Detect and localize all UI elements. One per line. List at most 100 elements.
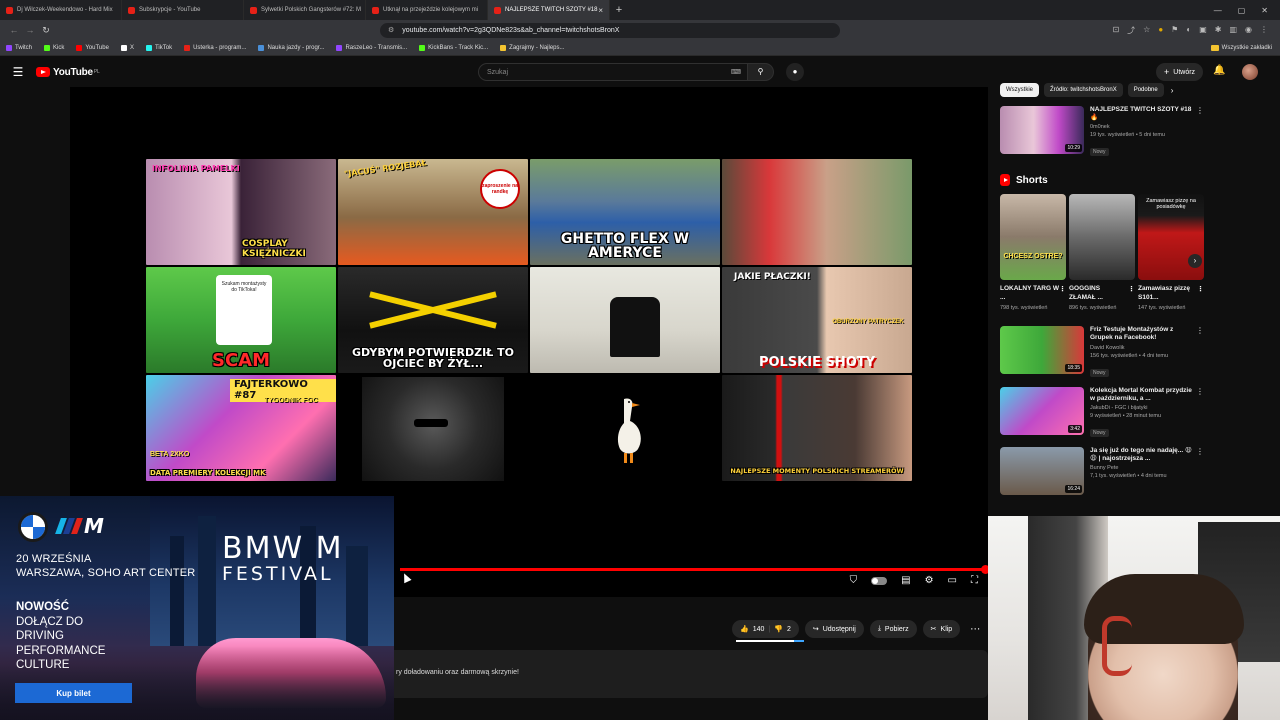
chip-all[interactable]: Wszystkie: [1000, 83, 1039, 97]
short-thumbnail[interactable]: [1069, 194, 1135, 281]
settings-gear-icon[interactable]: ⚙: [925, 575, 934, 586]
bookmark-kick[interactable]: Kick: [44, 44, 64, 51]
video-thumbnail[interactable]: 3:42: [1000, 386, 1084, 435]
like-button[interactable]: 👍 140 | 👎 2: [732, 620, 799, 638]
video-title[interactable]: Ja się już do tego nie nadaję... 😩😩 | na…: [1090, 447, 1196, 463]
search-input[interactable]: Szukaj ⌨: [478, 63, 748, 81]
browser-tab-active[interactable]: NAJLEPSZE TWITCH SZOTY #18 ×: [488, 0, 610, 20]
short-thumbnail[interactable]: CHCESZ OSTRE?: [1000, 194, 1066, 281]
description-box[interactable]: ry doładowaniu oraz darmową skrzynie!: [394, 650, 988, 698]
download-button[interactable]: ⤓ Pobierz: [869, 620, 917, 638]
short-item[interactable]: CHCESZ OSTRE? ⋮ LOKALNY TARG W ... 798 ty…: [1000, 194, 1066, 312]
chip-source[interactable]: Źródło: twitchshotsBronX: [1044, 83, 1123, 97]
address-bar[interactable]: ⚙ youtube.com/watch?v=2g3QDNe823s&ab_cha…: [380, 22, 840, 38]
profile-icon[interactable]: ◉: [1245, 25, 1252, 36]
bookmark-usterka[interactable]: Usterka - program...: [184, 44, 246, 51]
share-button[interactable]: ↪ Udostępnij: [804, 620, 864, 638]
video-thumbnail[interactable]: 10:29: [1000, 106, 1084, 154]
close-tab-icon[interactable]: ×: [598, 6, 603, 15]
buy-ticket-button[interactable]: Kup bilet: [15, 683, 132, 703]
video-progress-bar[interactable]: [400, 565, 990, 574]
miniplayer-icon[interactable]: ▭: [948, 575, 957, 586]
extension-icon[interactable]: ●: [1158, 25, 1163, 36]
site-info-icon[interactable]: ⚙: [388, 26, 394, 34]
browser-tab-2[interactable]: Subskrypcje - YouTube: [122, 0, 244, 20]
more-options-icon[interactable]: ⋮: [1197, 285, 1204, 294]
hamburger-menu-icon[interactable]: ☰: [0, 65, 36, 79]
reload-icon[interactable]: ↻: [38, 25, 54, 36]
youtube-logo[interactable]: YouTube PL: [36, 67, 100, 78]
bookmark-twitch[interactable]: Twitch: [6, 44, 32, 51]
chip-related[interactable]: Podobne: [1127, 83, 1164, 97]
shield-play-icon[interactable]: ⛉: [850, 575, 858, 586]
keyboard-icon[interactable]: ⌨: [731, 68, 741, 76]
notifications-bell-icon[interactable]: 🔔: [1213, 65, 1225, 76]
short-item[interactable]: ⋮ GOGGINS ZŁAMAŁ ... 896 tys. wyświetleń: [1069, 194, 1135, 312]
more-options-icon[interactable]: ⋮: [1128, 285, 1135, 294]
video-title[interactable]: Kolekcja Mortal Kombat przydzie w paździ…: [1090, 387, 1196, 403]
channel-name[interactable]: David Kowolik: [1090, 345, 1196, 353]
bmw-ad-banner[interactable]: M 20 WRZEŚNIA WARSZAWA, SOHO ART CENTER B…: [0, 496, 394, 720]
bookmark-tiktok[interactable]: TikTok: [145, 44, 172, 51]
bookmark-youtube[interactable]: YouTube: [76, 44, 109, 51]
bookmarks-folder[interactable]: Wszystkie zakładki: [1210, 44, 1272, 51]
subtitles-icon[interactable]: ▤: [901, 575, 910, 586]
video-title[interactable]: Friz Testuje Montażystów z Grupek na Fac…: [1090, 326, 1196, 342]
sidepanel-icon[interactable]: ▥: [1229, 25, 1237, 36]
more-options-icon[interactable]: ⋮: [1196, 387, 1204, 396]
channel-name[interactable]: 0m0nek: [1090, 124, 1196, 132]
bookmark-nauka-jazdy[interactable]: Nauka jazdy - progr...: [258, 44, 324, 51]
extension-icon[interactable]: ▣: [1199, 25, 1207, 36]
autoplay-toggle[interactable]: [871, 576, 888, 585]
extension-icon[interactable]: ◐: [1186, 25, 1191, 36]
list-item[interactable]: 10:29 NAJLEPSZE TWITCH SZOTY #18🔥 0m0nek…: [1000, 106, 1206, 158]
menu-kebab-icon[interactable]: ⋮: [1260, 25, 1268, 36]
extensions-puzzle-icon[interactable]: ✱: [1215, 25, 1222, 36]
fullscreen-icon[interactable]: ⛶: [971, 575, 978, 586]
maximize-icon[interactable]: ▢: [1238, 6, 1246, 15]
thumbs-down-icon[interactable]: 👎: [774, 625, 783, 633]
download-icon: ⤓: [877, 625, 881, 632]
share-icon[interactable]: ⤴: [1127, 25, 1135, 36]
more-options-icon[interactable]: ⋮: [1059, 285, 1066, 294]
shorts-next-button[interactable]: ›: [1188, 254, 1202, 268]
bookmark-zagrajmy[interactable]: Zagrajmy - Najleps...: [500, 44, 565, 51]
close-window-icon[interactable]: ✕: [1261, 6, 1268, 15]
browser-tab-1[interactable]: Dj Wilczek-Weekendowo - Hard Mix: [0, 0, 122, 20]
browser-tab-3[interactable]: Sylwetki Polskich Gangsterów #72: M: [244, 0, 366, 20]
video-stats: 9 wyświetleń • 28 minut temu: [1090, 412, 1162, 419]
browser-tab-4[interactable]: Utknął na przejeździe kolejowym mi: [366, 0, 488, 20]
forward-icon[interactable]: →: [22, 25, 38, 35]
install-icon[interactable]: ⊡: [1112, 25, 1119, 36]
ad-date: 20 WRZEŚNIA WARSZAWA, SOHO ART CENTER: [16, 553, 196, 580]
new-tab-icon[interactable]: +: [610, 4, 628, 16]
extension-icon[interactable]: ⚑: [1171, 25, 1178, 36]
create-button[interactable]: + Utwórz: [1156, 63, 1204, 81]
channel-name[interactable]: JakubDi - FGC i bijatyki: [1090, 405, 1196, 413]
minimize-icon[interactable]: —: [1214, 6, 1222, 15]
bookmark-raszeleo[interactable]: RaszeLeo - Transmis...: [336, 44, 407, 51]
account-avatar[interactable]: [1242, 64, 1258, 80]
video-title[interactable]: NAJLEPSZE TWITCH SZOTY #18🔥: [1090, 106, 1196, 122]
search-button[interactable]: ⚲: [748, 63, 774, 81]
more-options-icon[interactable]: ⋮: [1196, 447, 1204, 456]
video-thumbnail[interactable]: 16:24: [1000, 446, 1084, 495]
clip-button[interactable]: ✂ Klip: [922, 620, 961, 638]
shorts-icon: [1000, 174, 1010, 187]
back-icon[interactable]: ←: [6, 25, 22, 35]
shorts-shelf-header: Shorts: [1000, 174, 1206, 187]
bookmark-star-icon[interactable]: ☆: [1143, 25, 1150, 36]
list-item[interactable]: 18:35 Friz Testuje Montażystów z Grupek …: [1000, 326, 1206, 378]
more-actions-icon[interactable]: ⋯: [966, 624, 984, 635]
voice-search-icon[interactable]: ●: [786, 63, 804, 81]
bookmark-x[interactable]: X: [120, 44, 134, 51]
bookmark-kickbans[interactable]: KickBans - Track Kic...: [419, 44, 488, 51]
list-item[interactable]: 3:42 Kolekcja Mortal Kombat przydzie w p…: [1000, 386, 1206, 439]
filter-chips: Wszystkie Źródło: twitchshotsBronX Podob…: [1000, 82, 1206, 98]
more-options-icon[interactable]: ⋮: [1196, 106, 1204, 115]
video-thumbnail[interactable]: 18:35: [1000, 326, 1084, 375]
more-options-icon[interactable]: ⋮: [1196, 326, 1204, 335]
channel-name[interactable]: Bunny Pete: [1090, 465, 1196, 473]
chevron-right-icon[interactable]: ›: [1171, 86, 1174, 95]
list-item[interactable]: 16:24 Ja się już do tego nie nadaję... 😩…: [1000, 446, 1206, 495]
